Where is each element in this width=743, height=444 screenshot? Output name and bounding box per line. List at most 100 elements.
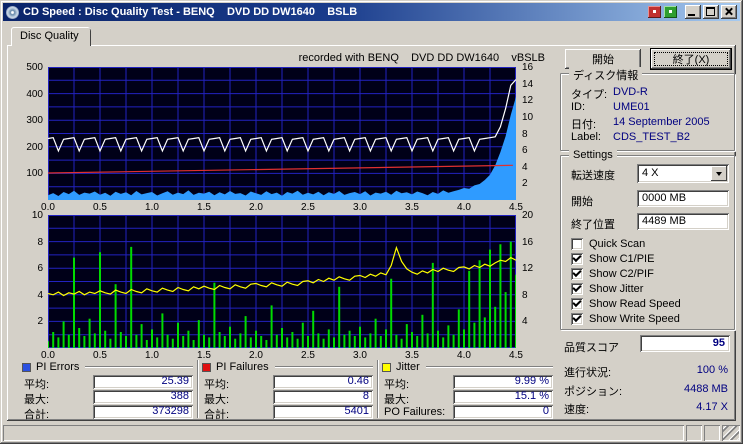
stats-jitter: Jitter 平均: 9.99 % 最大: 15.1 % PO Failures… xyxy=(382,361,553,419)
titlebar-red-icon[interactable] xyxy=(648,6,661,18)
status-panel-2 xyxy=(704,425,720,441)
position-label: ポジション: xyxy=(564,386,623,398)
settings-title: Settings xyxy=(569,149,617,161)
jitter-title: Jitter xyxy=(396,361,420,373)
disc-info-row: ID: UME01 xyxy=(561,101,734,114)
minimize-button[interactable] xyxy=(685,5,701,19)
axis-tick: 3.0 xyxy=(353,350,367,361)
axis-tick: 14 xyxy=(522,79,534,90)
stat-row: 最大: 15.1 % xyxy=(382,390,553,406)
status-panel-main xyxy=(3,425,684,441)
axis-tick: 16 xyxy=(522,62,534,73)
jitter-legend-icon xyxy=(382,362,391,372)
stats-pi-failures-header: PI Failures xyxy=(202,361,373,373)
speed-readout-label: 速度: xyxy=(564,404,590,416)
axis-tick: 500 xyxy=(26,62,43,73)
axis-tick: 400 xyxy=(26,89,43,100)
axis-tick: 2.0 xyxy=(249,202,263,213)
show-read-speed-checkbox[interactable] xyxy=(571,297,583,310)
checkbox-show-read-speed[interactable]: Show Read Speed xyxy=(571,297,681,310)
show-c2-pif-checkbox[interactable] xyxy=(571,267,583,280)
show-jitter-label: Show Jitter xyxy=(589,282,644,295)
chart2-y-left-axis: 10 8 6 4 2 xyxy=(16,210,46,348)
axis-tick: 4 xyxy=(522,162,528,173)
show-jitter-checkbox[interactable] xyxy=(571,282,583,295)
show-write-speed-checkbox[interactable] xyxy=(571,312,583,325)
axis-tick: 2 xyxy=(37,316,43,327)
disc-info-row: タイプ: DVD-R xyxy=(561,86,734,101)
disc-type-value: DVD-R xyxy=(613,86,648,98)
axis-tick: 4 xyxy=(37,290,43,301)
axis-tick: 16 xyxy=(522,237,534,248)
axis-tick: 4.0 xyxy=(457,202,471,213)
disc-info-title: ディスク情報 xyxy=(569,67,643,83)
chart1-y-left-axis: 500 400 300 200 100 xyxy=(16,62,46,200)
resize-grip[interactable] xyxy=(722,425,740,441)
speed-selected-value: 4 X xyxy=(642,167,659,179)
chart-header: recorded with BENQ DVD DD DW1640 vBSLB xyxy=(298,52,545,64)
chevron-down-icon[interactable] xyxy=(711,166,727,181)
tab-disc-quality[interactable]: Disc Quality xyxy=(11,27,91,46)
disc-info-group: ディスク情報 タイプ: DVD-R ID: UME01 日付: 14 Septe… xyxy=(560,67,735,151)
axis-tick: 10 xyxy=(522,112,534,123)
stat-row: 合計: 373298 xyxy=(22,405,193,421)
axis-tick: 4 xyxy=(522,316,528,327)
stats-pi-errors-header: PI Errors xyxy=(22,361,193,373)
axis-tick: 200 xyxy=(26,142,43,153)
divider xyxy=(197,360,199,418)
axis-tick: 2.5 xyxy=(301,202,315,213)
stat-row: 合計: 5401 xyxy=(202,405,373,421)
pi-errors-max-value: 388 xyxy=(93,390,193,404)
axis-tick: 12 xyxy=(522,95,534,106)
minimize-icon xyxy=(688,14,695,16)
axis-tick: 1.5 xyxy=(197,202,211,213)
close-button[interactable] xyxy=(721,5,737,19)
quick-scan-checkbox[interactable] xyxy=(571,237,583,250)
show-c2-pif-label: Show C2/PIF xyxy=(589,267,654,280)
total-label: 合計: xyxy=(204,409,230,421)
disc-info-row: Label: CDS_TEST_B2 xyxy=(561,131,734,144)
checkbox-show-c1-pie[interactable]: Show C1/PIE xyxy=(571,252,654,265)
end-position-input[interactable]: 4489 MB xyxy=(637,213,729,230)
status-bar xyxy=(3,423,740,441)
disc-info-row: 日付: 14 September 2005 xyxy=(561,116,734,131)
pi-failures-legend-icon xyxy=(202,362,211,372)
start-button[interactable]: 開始 xyxy=(565,49,641,69)
checkbox-quick-scan[interactable]: Quick Scan xyxy=(571,237,645,250)
axis-tick: 4.5 xyxy=(509,350,523,361)
axis-tick: 2 xyxy=(522,178,528,189)
chart-pif-jitter xyxy=(48,215,516,348)
pi-errors-total-value: 373298 xyxy=(93,405,193,419)
speed-select[interactable]: 4 X xyxy=(637,164,729,183)
axis-tick: 12 xyxy=(522,263,534,274)
titlebar-green-icon[interactable] xyxy=(664,6,677,18)
disc-label-value: CDS_TEST_B2 xyxy=(613,131,691,143)
checkbox-show-c2-pif[interactable]: Show C2/PIF xyxy=(571,267,654,280)
start-position-input[interactable]: 0000 MB xyxy=(637,190,729,207)
axis-tick: 6 xyxy=(522,145,528,156)
chart1-y-right-axis: 16 14 12 10 8 6 4 2 xyxy=(519,62,543,200)
status-panel-1 xyxy=(686,425,702,441)
maximize-button[interactable] xyxy=(703,5,719,19)
axis-tick: 8 xyxy=(37,237,43,248)
quick-scan-label: Quick Scan xyxy=(589,237,646,250)
stat-row: PO Failures: 0 xyxy=(382,405,553,419)
exit-button[interactable]: 終了(X) xyxy=(651,49,731,69)
show-c1-pie-checkbox[interactable] xyxy=(571,252,583,265)
start-position-label: 開始 xyxy=(571,196,593,208)
pi-failures-avg-value: 0.46 xyxy=(273,375,373,389)
checkbox-show-write-speed[interactable]: Show Write Speed xyxy=(571,312,680,325)
axis-tick: 2.0 xyxy=(249,350,263,361)
stat-row: 平均: 0.46 xyxy=(202,375,373,391)
axis-tick: 0.0 xyxy=(41,350,55,361)
checkbox-show-jitter[interactable]: Show Jitter xyxy=(571,282,643,295)
settings-group: Settings 転送速度 4 X 開始 0000 MB 終了位置 4489 M… xyxy=(560,149,735,330)
stats-pi-failures: PI Failures 平均: 0.46 最大: 8 合計: 5401 xyxy=(202,361,373,421)
show-c1-pie-label: Show C1/PIE xyxy=(589,252,655,265)
axis-tick: 3.0 xyxy=(353,202,367,213)
quality-score-label: 品質スコア xyxy=(564,342,619,354)
pi-failures-max-value: 8 xyxy=(273,390,373,404)
total-label: 合計: xyxy=(24,409,50,421)
axis-tick: 0.5 xyxy=(93,202,107,213)
axis-tick: 6 xyxy=(37,263,43,274)
